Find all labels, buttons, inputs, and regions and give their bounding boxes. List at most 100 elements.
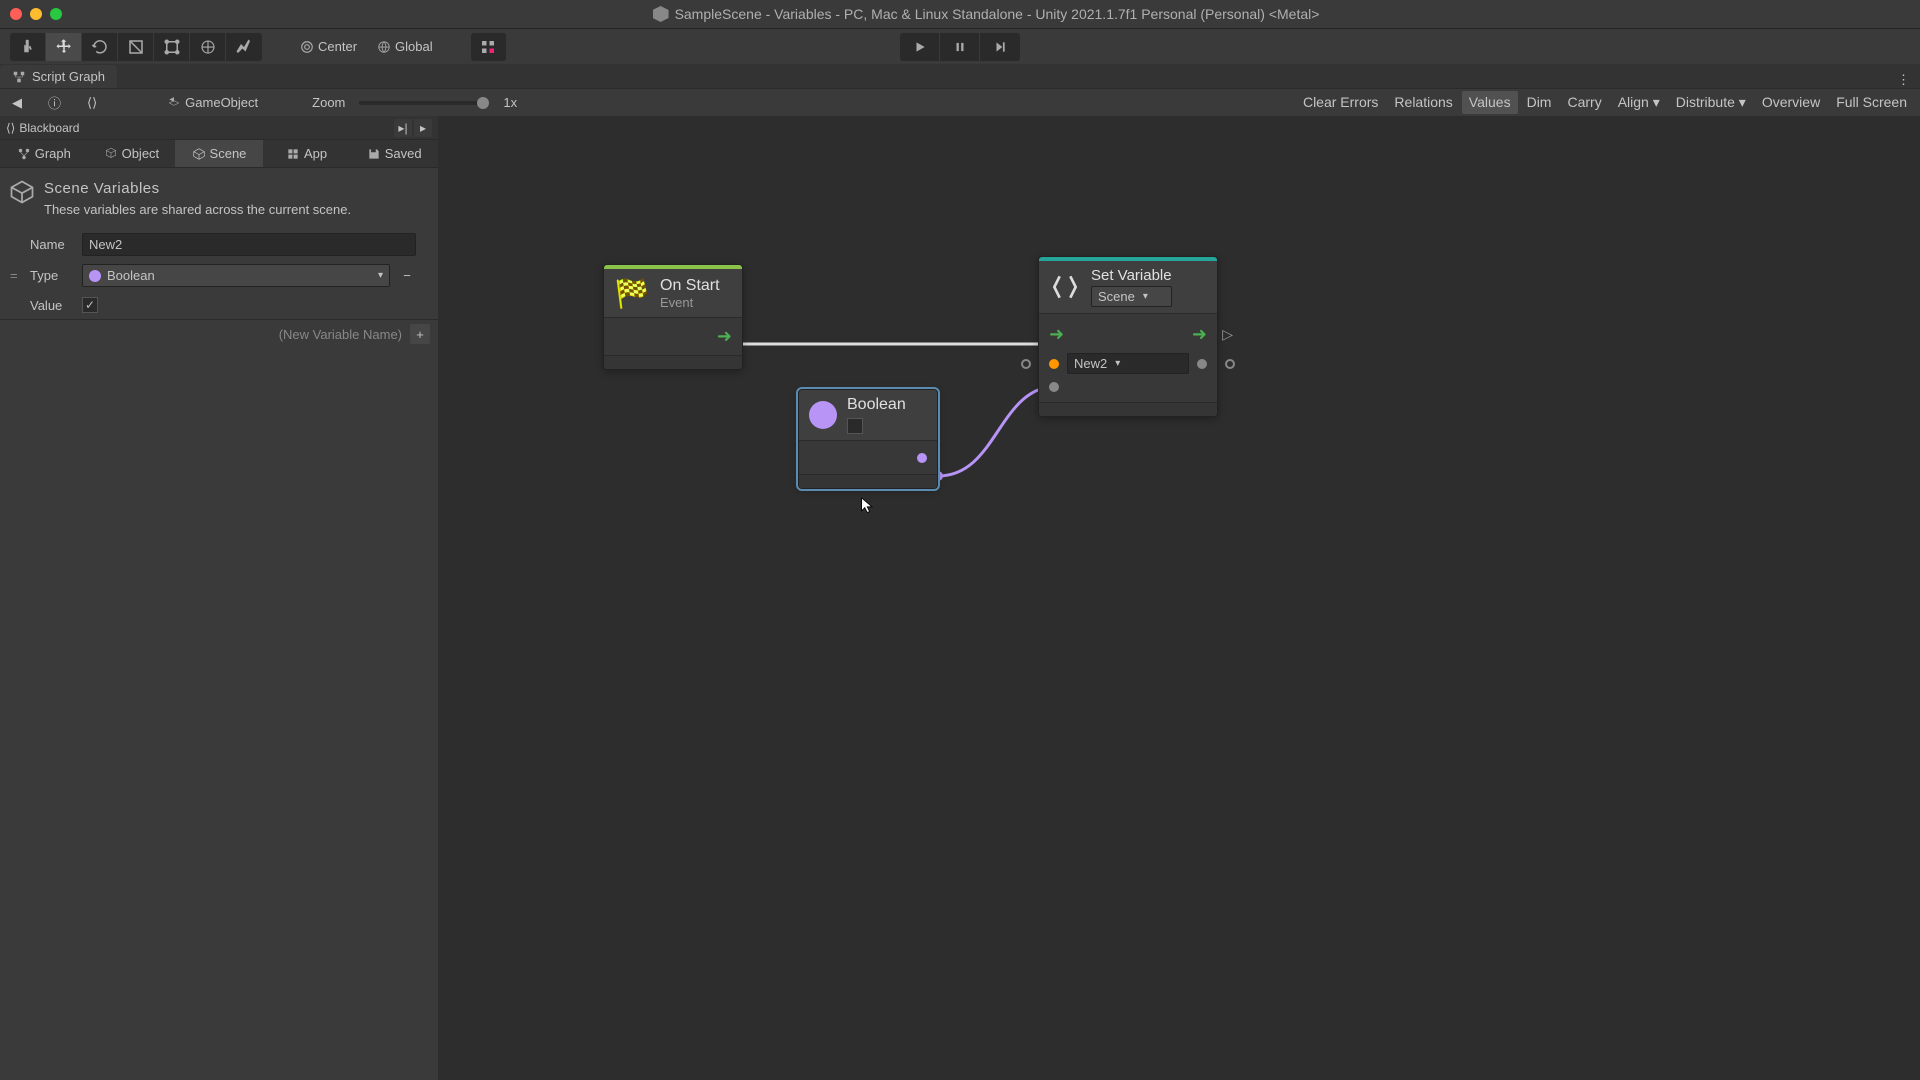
variable-name-row: Name: [0, 229, 438, 260]
variable-name-dropdown[interactable]: New2: [1067, 353, 1189, 374]
blackboard-panel: ⟨⟩ Blackboard ▸| ▸ Graph Object Scene: [0, 116, 438, 1080]
scope-label-saved: Saved: [385, 146, 422, 161]
main-toolbar: Center Global: [0, 28, 1920, 64]
zoom-thumb[interactable]: [477, 97, 489, 109]
value-label: Value: [30, 298, 74, 313]
dim-button[interactable]: Dim: [1520, 91, 1559, 114]
boolean-value-checkbox[interactable]: [847, 418, 863, 434]
main-area: ⟨⟩ Blackboard ▸| ▸ Graph Object Scene: [0, 116, 1920, 1080]
variable-name-input[interactable]: [82, 233, 416, 256]
back-button[interactable]: ◀: [6, 93, 28, 113]
name-in-connector[interactable]: [1021, 359, 1031, 369]
maximize-window[interactable]: [50, 8, 62, 20]
align-dropdown[interactable]: Align ▾: [1611, 91, 1667, 114]
boolean-type-icon: [809, 401, 837, 429]
scope-tab-app[interactable]: App: [263, 140, 351, 167]
info-button[interactable]: ⓘ: [42, 91, 67, 114]
drag-handle-icon[interactable]: =: [10, 268, 18, 283]
transform-tool[interactable]: [190, 33, 226, 61]
zoom-value: 1x: [503, 95, 517, 110]
pause-button[interactable]: [940, 33, 980, 61]
type-dot-icon: [89, 270, 101, 282]
custom-tool[interactable]: [226, 33, 262, 61]
tab-menu[interactable]: ⋮: [1887, 72, 1920, 88]
name-out-connector[interactable]: [1225, 359, 1235, 369]
node-subtitle: Event: [660, 295, 720, 310]
fullscreen-button[interactable]: Full Screen: [1829, 91, 1914, 114]
scope-tab-scene[interactable]: Scene: [175, 140, 263, 167]
expand-button[interactable]: ▸: [414, 119, 432, 137]
code-button[interactable]: ⟨⟩: [81, 93, 103, 113]
graph-scope-icon: [17, 147, 31, 161]
panel-subtitle: These variables are shared across the cu…: [44, 201, 426, 219]
graph-icon: [12, 70, 26, 84]
scope-label-scene: Scene: [210, 146, 247, 161]
gameobject-label: GameObject: [185, 95, 258, 110]
overview-button[interactable]: Overview: [1755, 91, 1827, 114]
snap-toggle[interactable]: [471, 33, 507, 61]
blackboard-header: ⟨⟩ Blackboard ▸| ▸: [0, 116, 438, 140]
node-title: Set Variable: [1091, 267, 1172, 284]
flag-icon: 🏁: [614, 275, 650, 311]
flow-out-port[interactable]: ➜: [1192, 324, 1207, 345]
move-tool[interactable]: [46, 33, 82, 61]
node-footer: [799, 474, 937, 488]
collapse-right-button[interactable]: ▸|: [394, 119, 412, 137]
scale-tool[interactable]: [118, 33, 154, 61]
play-button[interactable]: [900, 33, 940, 61]
tab-script-graph[interactable]: Script Graph: [0, 65, 117, 88]
flow-out-port[interactable]: ➜: [717, 326, 732, 347]
close-window[interactable]: [10, 8, 22, 20]
step-button[interactable]: [980, 33, 1020, 61]
type-label: Type: [30, 268, 74, 283]
handle-label: Global: [395, 39, 433, 54]
new-variable-row: (New Variable Name) +: [0, 319, 438, 348]
carry-button[interactable]: Carry: [1560, 91, 1608, 114]
scope-value: Scene: [1098, 289, 1135, 304]
flow-out-connector[interactable]: ▷: [1222, 326, 1233, 343]
hand-tool[interactable]: [10, 33, 46, 61]
titlebar: SampleScene - Variables - PC, Mac & Linu…: [0, 0, 1920, 28]
title-text: SampleScene - Variables - PC, Mac & Linu…: [675, 6, 1320, 22]
scope-tab-graph[interactable]: Graph: [0, 140, 88, 167]
rotate-tool[interactable]: [82, 33, 118, 61]
add-variable-button[interactable]: +: [410, 324, 430, 344]
distribute-dropdown[interactable]: Distribute ▾: [1669, 91, 1753, 114]
node-set-variable[interactable]: Set Variable Scene ➜ ➜ ▷ New2: [1038, 256, 1218, 417]
values-button[interactable]: Values: [1462, 91, 1518, 114]
scene-scope-icon: [192, 147, 206, 161]
scope-dropdown[interactable]: Scene: [1091, 286, 1172, 307]
play-controls: [900, 33, 1020, 61]
name-in-port[interactable]: [1049, 359, 1059, 369]
variable-type-dropdown[interactable]: Boolean: [82, 264, 390, 287]
clear-errors-button[interactable]: Clear Errors: [1296, 91, 1385, 114]
graph-canvas[interactable]: 🏁 On Start Event ➜ Boolean: [438, 116, 1920, 1080]
node-body: [799, 440, 937, 474]
node-body: ➜: [604, 317, 742, 355]
minimize-window[interactable]: [30, 8, 42, 20]
node-title: On Start: [660, 277, 720, 295]
cursor-icon: [860, 496, 876, 516]
scope-label-object: Object: [122, 146, 160, 161]
gameobject-crumb[interactable]: GameObject: [161, 93, 264, 112]
zoom-slider[interactable]: [359, 101, 489, 105]
scope-tab-object[interactable]: Object: [88, 140, 176, 167]
rect-tool[interactable]: [154, 33, 190, 61]
relations-button[interactable]: Relations: [1387, 91, 1459, 114]
name-out-port[interactable]: [1197, 359, 1207, 369]
node-header: Boolean: [799, 390, 937, 440]
remove-variable-button[interactable]: −: [398, 268, 416, 283]
window-controls: [10, 8, 62, 20]
handle-toggle[interactable]: Global: [367, 33, 443, 61]
graph-toolbar: ◀ ⓘ ⟨⟩ GameObject Zoom 1x Clear Errors R…: [0, 88, 1920, 116]
node-on-start[interactable]: 🏁 On Start Event ➜: [603, 264, 743, 370]
tab-label: Script Graph: [32, 69, 105, 84]
flow-in-port[interactable]: ➜: [1049, 324, 1064, 345]
node-footer: [1039, 402, 1217, 416]
pivot-toggle[interactable]: Center: [290, 33, 367, 61]
value-out-port[interactable]: [917, 453, 927, 463]
node-boolean[interactable]: Boolean: [798, 389, 938, 489]
variable-value-checkbox[interactable]: [82, 297, 98, 313]
value-in-port[interactable]: [1049, 382, 1059, 392]
scope-tab-saved[interactable]: Saved: [350, 140, 438, 167]
